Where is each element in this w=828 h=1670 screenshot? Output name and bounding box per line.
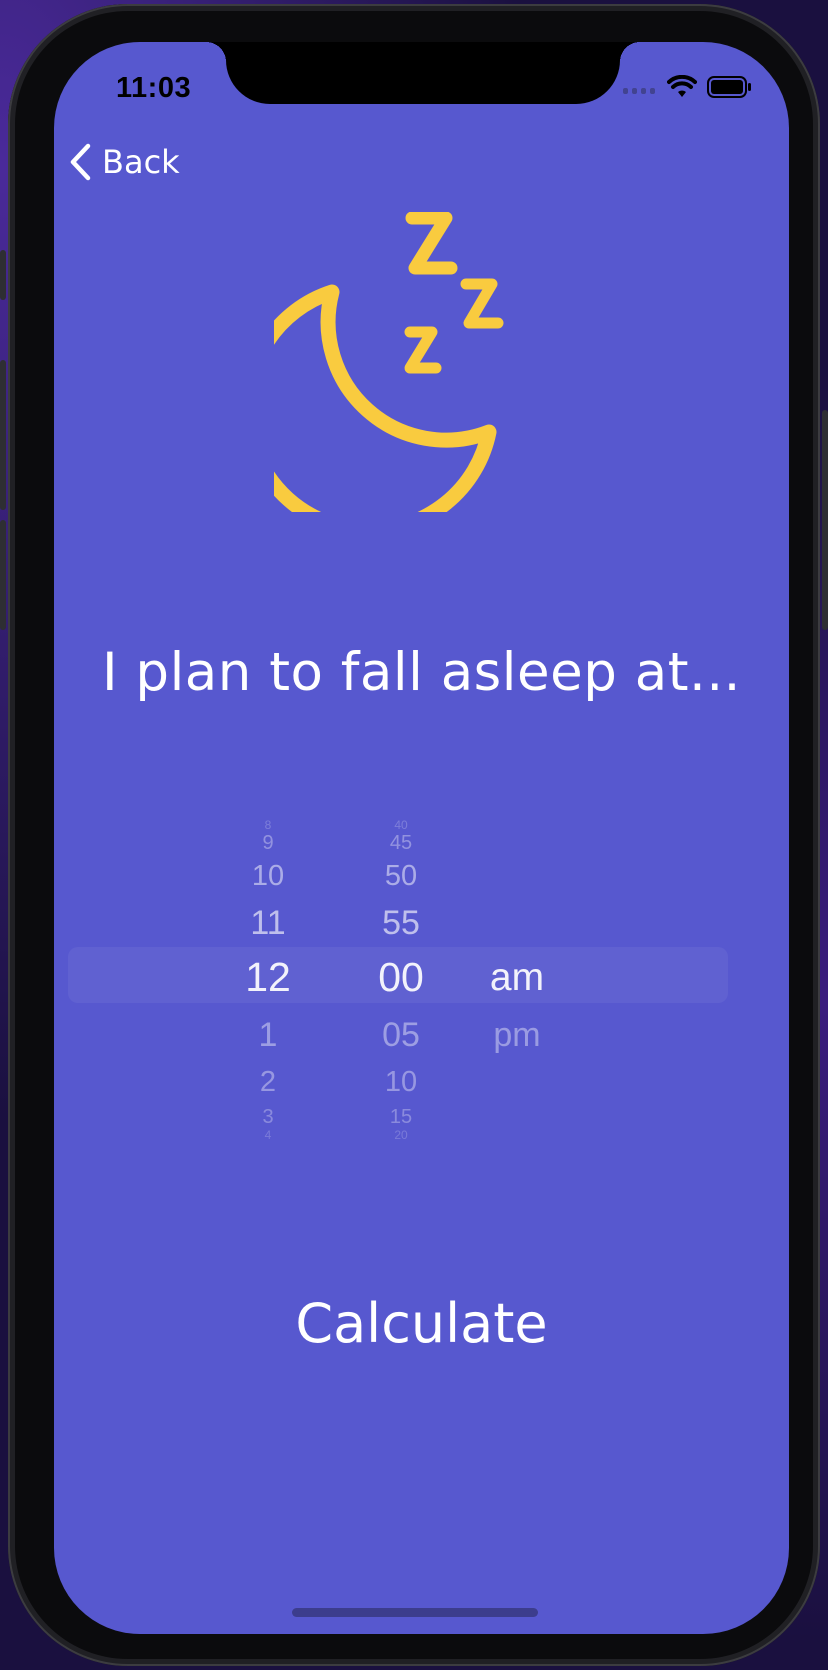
back-label: Back — [102, 143, 180, 181]
volume-up-button — [0, 360, 6, 510]
phone-frame: 11:03 Back I plan to fall asleep at... 8… — [8, 4, 820, 1666]
picker-option[interactable]: 15 — [341, 1106, 461, 1129]
status-icons — [623, 72, 753, 102]
signal-icon — [623, 88, 655, 94]
picker-option[interactable]: 10 — [208, 860, 328, 893]
minute-wheel[interactable]: 40 45 50 55 00 05 10 15 20 — [341, 818, 461, 1157]
picker-option[interactable]: 4 — [208, 1128, 328, 1142]
picker-option[interactable]: 3 — [208, 1106, 328, 1129]
hour-wheel[interactable]: 8 9 10 11 12 1 2 3 4 — [208, 818, 328, 1157]
picker-option[interactable]: 11 — [208, 904, 328, 943]
picker-selected-hour[interactable]: 12 — [208, 954, 328, 1001]
picker-option[interactable]: 50 — [341, 860, 461, 893]
home-indicator[interactable] — [292, 1608, 538, 1617]
calculate-button[interactable]: Calculate — [54, 1292, 789, 1355]
back-button[interactable]: Back — [68, 142, 180, 182]
power-button — [822, 410, 828, 630]
picker-selected-period[interactable]: am — [457, 956, 577, 1000]
picker-option[interactable]: 20 — [341, 1128, 461, 1142]
page-title: I plan to fall asleep at... — [101, 642, 742, 703]
battery-icon — [707, 76, 751, 98]
notch — [206, 42, 640, 104]
volume-down-button — [0, 520, 6, 630]
picker-option[interactable]: 55 — [341, 904, 461, 943]
wifi-icon — [667, 75, 697, 97]
picker-option[interactable]: 1 — [208, 1016, 328, 1055]
picker-option[interactable]: pm — [457, 1016, 577, 1055]
picker-option[interactable]: 9 — [208, 832, 328, 855]
time-picker[interactable]: 8 9 10 11 12 1 2 3 4 40 45 50 55 00 05 1… — [54, 818, 789, 1157]
moon-zzz-icon — [274, 212, 504, 512]
picker-option[interactable]: 2 — [208, 1066, 328, 1099]
picker-option[interactable]: 45 — [341, 832, 461, 855]
status-time: 11:03 — [116, 72, 192, 104]
period-wheel[interactable]: am pm — [457, 822, 577, 1157]
app-screen: 11:03 Back I plan to fall asleep at... 8… — [54, 42, 789, 1634]
chevron-left-icon — [70, 143, 91, 181]
picker-option[interactable]: 05 — [341, 1016, 461, 1055]
picker-option[interactable]: 10 — [341, 1066, 461, 1099]
mute-switch — [0, 250, 6, 300]
picker-option[interactable]: 40 — [341, 818, 461, 832]
picker-selected-minute[interactable]: 00 — [341, 954, 461, 1001]
picker-option[interactable]: 8 — [208, 818, 328, 832]
